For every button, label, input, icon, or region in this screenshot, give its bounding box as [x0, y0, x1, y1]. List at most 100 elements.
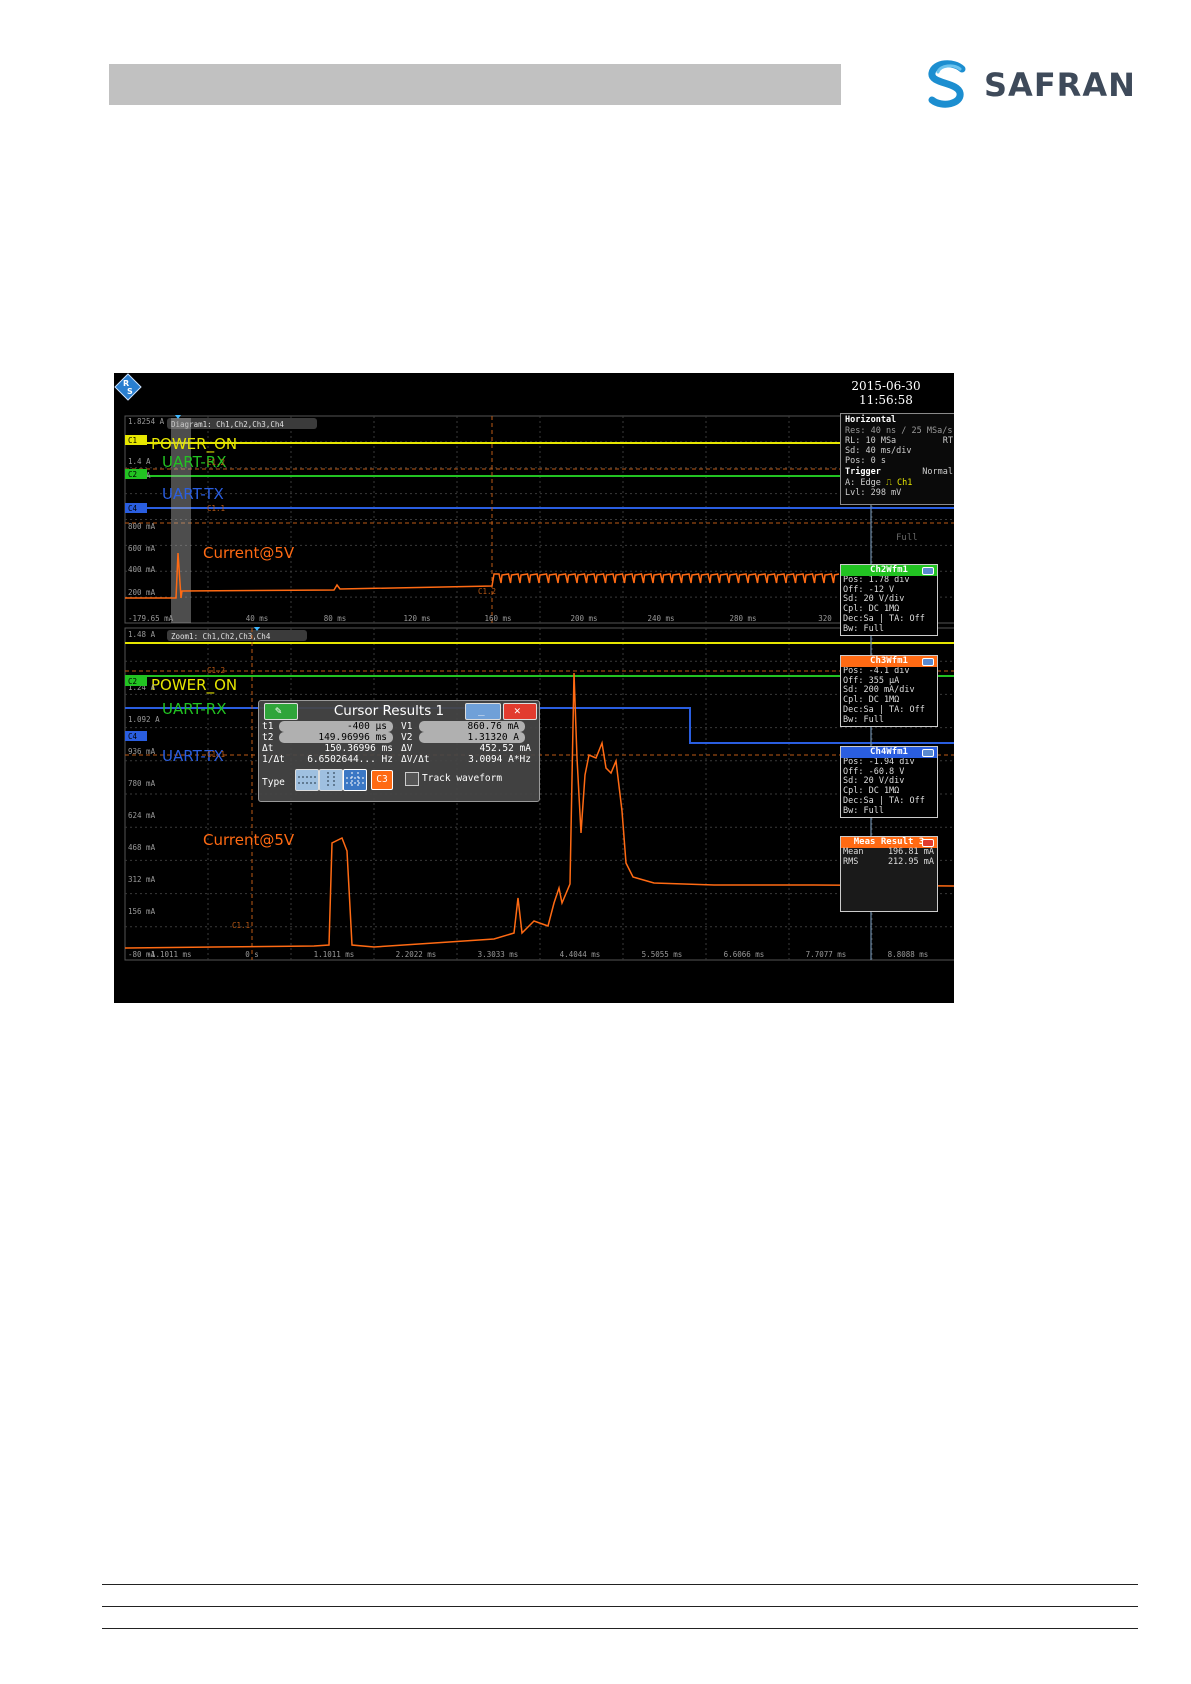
- zoom1-c2-marker: C2: [128, 677, 137, 686]
- zoom1-c11-marker: C1.1: [207, 750, 225, 759]
- dt-value: 150.36996 ms: [324, 743, 393, 754]
- meas-row-rms: RMS 212.95 mA: [841, 856, 937, 868]
- zoom1-title: Zoom1: Ch1,Ch2,Ch3,Ch4: [171, 632, 271, 641]
- inv-dt-value: 6.6502644... Hz: [307, 754, 393, 765]
- diagram1-c11-marker: C1.1: [207, 504, 225, 513]
- ch3-wfm-box[interactable]: Ch3Wfm1 Pos: -4.1 div Off: 355 μA Sd: 20…: [840, 655, 938, 727]
- rms-label: RMS: [843, 856, 859, 867]
- footer-line-2: [102, 1606, 1138, 1607]
- zoom1-c11b-marker: C1.1: [232, 921, 250, 930]
- trigger-header: Trigger Normal: [841, 466, 954, 478]
- time-text: 11:56:58: [859, 393, 913, 407]
- source-button[interactable]: C3: [371, 770, 393, 790]
- rl-text: RL: 10 MSa: [845, 436, 897, 446]
- pos-text: Pos: 0 s: [845, 456, 886, 466]
- safran-logo: SAFRAN: [924, 60, 1144, 112]
- vertical-cursor-button[interactable]: [319, 769, 343, 791]
- zoom1-y-tick: 936 mA: [128, 747, 156, 756]
- ch4-bw: Bw: Full: [843, 805, 884, 816]
- both-cursor-icon: [346, 772, 364, 788]
- diagram1-c2-marker: C2: [128, 470, 137, 479]
- ch2-caption: Ch2Wfm1: [841, 565, 937, 576]
- diagram1-x-tick: 320: [818, 614, 832, 623]
- settings-button[interactable]: ✎: [264, 703, 298, 720]
- rs-logo-icon: R S: [114, 373, 142, 401]
- minimize-icon: _: [478, 703, 485, 716]
- rms-value: 212.95 mA: [887, 856, 934, 867]
- diagram1-y-tick: 200 mA: [128, 588, 156, 597]
- horizontal-cursor-button[interactable]: [295, 769, 319, 791]
- dv-label: ΔV: [401, 743, 413, 754]
- footer-line-1: [102, 1584, 1138, 1585]
- lvl-text: Lvl: 298 mV: [845, 488, 902, 498]
- zoom1-rx-label: UART-RX: [162, 700, 226, 718]
- horizontal-panel[interactable]: Horizontal Res: 40 ns / 25 MSa/s RL: 10 …: [840, 413, 954, 505]
- v2-value: 1.31320 A: [419, 732, 525, 743]
- minimize-icon[interactable]: [922, 658, 934, 666]
- diagram1-x-tick: 160 ms: [484, 614, 511, 623]
- minimize-icon[interactable]: [922, 749, 934, 757]
- dv-value: 452.52 mA: [479, 743, 531, 754]
- both-cursor-button[interactable]: [343, 769, 367, 791]
- zoom1-x-tick: 1.1011 ms: [314, 950, 355, 959]
- diagram1-tx-label: UART-TX: [162, 485, 224, 503]
- mean-label: Mean: [843, 847, 864, 857]
- ch3-caption: Ch3Wfm1: [841, 656, 937, 667]
- v1-value: 860.76 mA: [419, 721, 525, 732]
- zoom1-y-tick: 156 mA: [128, 907, 156, 916]
- minimize-button[interactable]: _: [465, 703, 501, 720]
- diagram1-y-tick: 600 mA: [128, 544, 156, 553]
- close-icon[interactable]: [922, 839, 934, 847]
- diagram1-c12-marker: C1.2: [207, 458, 225, 467]
- t2-value: 149.96996 ms: [279, 732, 393, 743]
- t2-label: t2: [262, 732, 274, 743]
- close-button[interactable]: ✕: [503, 703, 537, 720]
- zoom1-x-tick: 7.7077 ms: [806, 950, 847, 959]
- ch3-name: Ch3Wfm1: [870, 656, 908, 666]
- meas-result-box[interactable]: Meas Result 3 Mean 196.81 mA RMS 212.95 …: [840, 836, 938, 912]
- res-text: Res: 40 ns / 25 MSa/s: [845, 426, 953, 436]
- diagram1-c12b-marker: C1.2: [478, 587, 496, 596]
- svg-text:S: S: [127, 387, 133, 396]
- zoom1-x-tick: 4.4044 ms: [560, 950, 601, 959]
- meas-title: Meas Result 3: [853, 837, 925, 847]
- track-waveform-label: Track waveform: [422, 773, 503, 784]
- diagram1-x-tick: 120 ms: [403, 614, 430, 623]
- footer-line-3: [102, 1628, 1138, 1629]
- v1-label: V1: [401, 721, 413, 732]
- zoom1-y-tick: 624 mA: [128, 811, 156, 820]
- datetime: 2015-06-30 11:56:58: [844, 379, 928, 407]
- trigger-src: Ch1: [897, 478, 913, 488]
- diagram1-y-tick: 1.4 A: [128, 457, 151, 466]
- vertical-cursor-icon: [327, 772, 335, 788]
- safran-s-icon: [928, 60, 966, 108]
- zoom1-c12-marker: C1.2: [207, 666, 225, 675]
- diagram1-y-tick: -179.65 mA: [128, 614, 174, 623]
- dt-label: Δt: [262, 743, 274, 754]
- diagram1-c1-marker: C1: [128, 436, 137, 445]
- zoom1-y-tick: 780 mA: [128, 779, 156, 788]
- zoom1-c4-marker: C4: [128, 732, 138, 741]
- minimize-icon[interactable]: [922, 567, 934, 575]
- diagram1-x-tick: 200 ms: [570, 614, 597, 623]
- diagram1-y-tick: 400 mA: [128, 565, 156, 574]
- diagram1-current-label: Current@5V: [203, 544, 295, 562]
- cursor-results-dialog[interactable]: ✎ Cursor Results 1 _ ✕ t1 -400 μs t2 149…: [258, 700, 540, 802]
- trigger-a-text: A: Edge: [845, 478, 881, 488]
- ch4-wfm-box[interactable]: Ch4Wfm1 Pos: -1.94 div Off: -60.8 V Sd: …: [840, 746, 938, 818]
- ch3-bw: Bw: Full: [843, 714, 884, 725]
- track-waveform-checkbox[interactable]: [405, 772, 419, 786]
- diagram1-x-tick: 40 ms: [246, 614, 269, 623]
- horizontal-cursor-icon: [298, 776, 316, 784]
- ch2-wfm-box[interactable]: Ch2Wfm1 Pos: 1.78 div Off: -12 V Sd: 20 …: [840, 564, 938, 636]
- t1-label: t1: [262, 721, 274, 732]
- diagram1-y-tick: 1.8254 A: [128, 417, 165, 426]
- zoom1-x-tick: 5.5055 ms: [642, 950, 683, 959]
- header-bar: [109, 64, 841, 105]
- diagram1-x-tick: 80 ms: [324, 614, 347, 623]
- dvdt-value: 3.0094 A*Hz: [468, 754, 531, 765]
- ch4-caption: Ch4Wfm1: [841, 747, 937, 758]
- zoom1-y-tick: 1.092 A: [128, 715, 160, 724]
- zoom1-y-tick: 312 mA: [128, 875, 156, 884]
- zoom1-x-tick: 2.2022 ms: [396, 950, 437, 959]
